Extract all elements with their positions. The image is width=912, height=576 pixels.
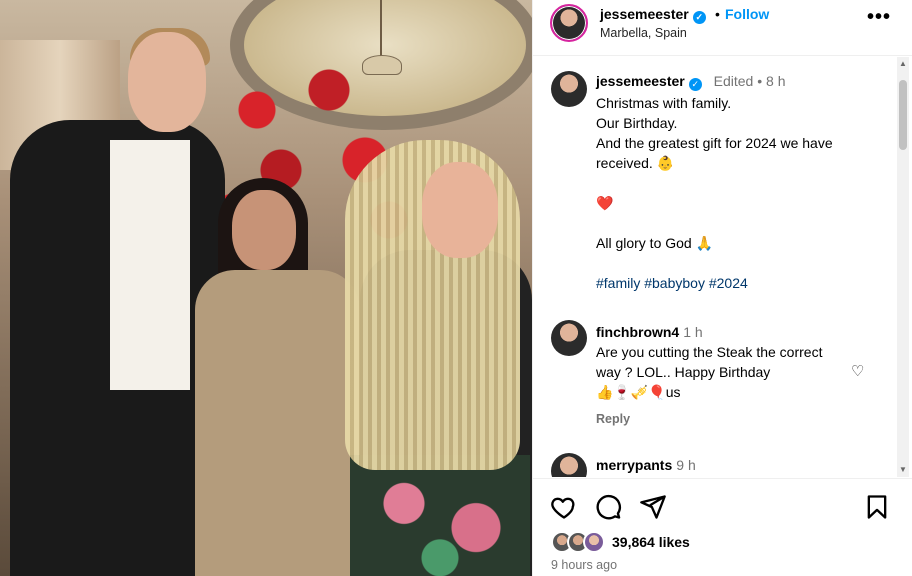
author-username-text[interactable]: jessemeester xyxy=(600,6,689,22)
caption-line: And the greatest gift for 2024 we have r… xyxy=(596,135,833,171)
commenter-avatar[interactable] xyxy=(551,320,587,356)
follow-button[interactable]: Follow xyxy=(725,6,769,22)
author-avatar[interactable] xyxy=(550,4,588,42)
post-actions-bar: 39,864 likes 9 hours ago xyxy=(533,478,912,576)
verified-badge-icon: ✓ xyxy=(692,11,706,24)
caption-header: jessemeester ✓ Edited • 8 h xyxy=(596,73,785,91)
photo-person-right-head xyxy=(422,162,498,258)
caption-hashtags[interactable]: #family #babyboy #2024 xyxy=(596,273,876,293)
caption-username[interactable]: jessemeester xyxy=(596,73,685,89)
comment-text: merrypants 9 h xyxy=(596,455,846,475)
header-separator: • xyxy=(715,6,720,22)
photo-person-middle-head xyxy=(232,190,296,270)
post-photo[interactable] xyxy=(0,0,532,576)
comment-body: Are you cutting the Steak the correct wa… xyxy=(596,344,823,380)
verified-badge-icon: ✓ xyxy=(688,78,702,91)
comments-scrollbar-thumb[interactable] xyxy=(899,80,907,150)
post-header: jessemeester ✓ • Follow Marbella, Spain •… xyxy=(533,0,912,56)
commenter-avatar[interactable] xyxy=(551,453,587,477)
caption-line: Our Birthday. xyxy=(596,115,678,131)
comment-emojis: 👍🍷🎺🎈us xyxy=(596,384,681,400)
scroll-down-arrow-icon[interactable]: ▼ xyxy=(897,465,909,475)
scroll-up-arrow-icon[interactable]: ▲ xyxy=(897,59,909,69)
caption-line: Christmas with family. xyxy=(596,95,732,111)
more-options-icon[interactable]: ••• xyxy=(867,6,891,29)
likes-count[interactable]: 39,864 likes xyxy=(612,534,690,550)
comment-like-heart-icon[interactable]: ♡ xyxy=(851,362,864,380)
comment-text: finchbrown4 1 h Are you cutting the Steak… xyxy=(596,322,846,402)
liker-avatar xyxy=(583,531,605,553)
comment-time: 1 h xyxy=(683,324,703,340)
caption-line-heart: ❤️ xyxy=(596,195,614,211)
caption-meta: Edited • 8 h xyxy=(713,73,786,89)
post-side-panel: jessemeester ✓ • Follow Marbella, Spain •… xyxy=(532,0,912,576)
comment-time: 9 h xyxy=(676,457,696,473)
reply-button[interactable]: Reply xyxy=(596,412,630,426)
location-link[interactable]: Marbella, Spain xyxy=(600,26,687,40)
commenter-username[interactable]: merrypants xyxy=(596,457,672,473)
author-username[interactable]: jessemeester ✓ xyxy=(600,6,706,24)
photo-person-left-head xyxy=(128,32,206,132)
caption-line: All glory to God 🙏 xyxy=(596,235,714,251)
caption-line xyxy=(596,253,876,273)
commenter-username[interactable]: finchbrown4 xyxy=(596,324,679,340)
photo-person-right-skirt xyxy=(350,455,530,576)
comment-icon[interactable] xyxy=(594,493,622,521)
caption-line xyxy=(596,173,876,193)
heart-icon[interactable] xyxy=(550,493,578,521)
bookmark-icon[interactable] xyxy=(863,493,891,521)
photo-person-middle xyxy=(195,270,360,576)
caption-avatar[interactable] xyxy=(551,71,587,107)
caption-text: Christmas with family. Our Birthday. And… xyxy=(596,93,876,293)
photo-person-left-shirt xyxy=(110,140,190,390)
post-time-ago[interactable]: 9 hours ago xyxy=(551,558,617,572)
caption-line xyxy=(596,213,876,233)
comments-section[interactable]: jessemeester ✓ Edited • 8 h Christmas wit… xyxy=(533,57,889,477)
send-icon[interactable] xyxy=(639,493,667,521)
